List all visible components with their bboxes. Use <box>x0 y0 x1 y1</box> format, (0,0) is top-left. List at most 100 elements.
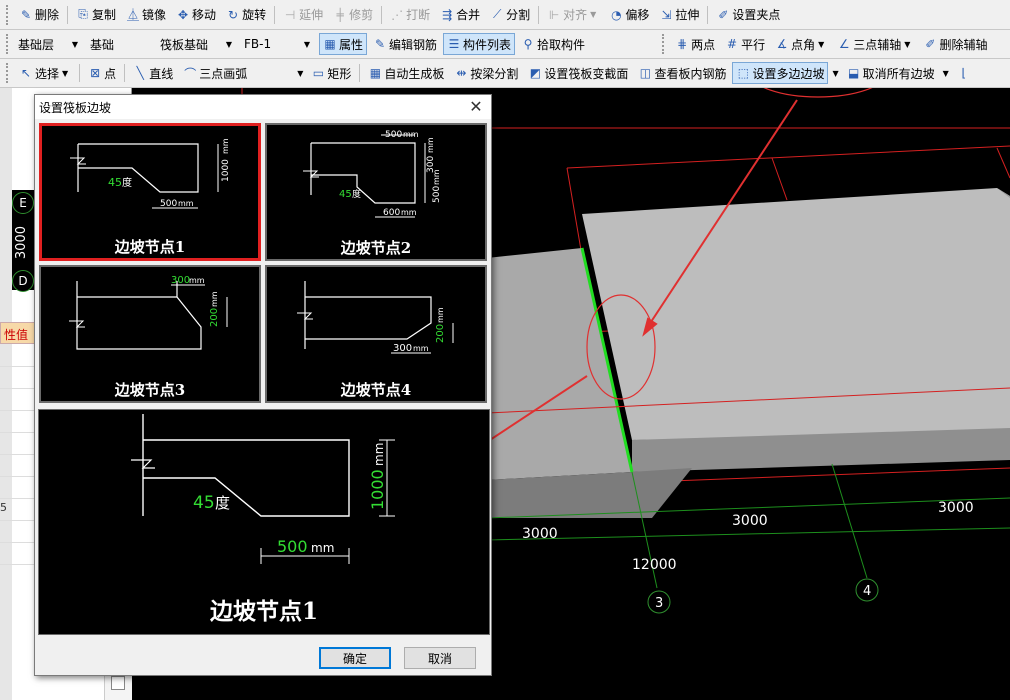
offset-button[interactable]: ◔ 偏移 <box>605 4 653 26</box>
slope-node-2-tile[interactable]: 500 mm 300 mm 500 mm 45 度 600 mm 边坡节点2 <box>265 123 487 261</box>
trim-button[interactable]: ╪ 修剪 <box>329 4 377 26</box>
property-value-header[interactable]: 性值 <box>0 322 36 344</box>
tile-label: 边坡节点2 <box>340 239 412 257</box>
line-icon: ╲ <box>136 66 144 80</box>
width-value: 500 <box>277 537 308 556</box>
panel-edge <box>0 88 12 700</box>
variable-section-button[interactable]: ◩ 设置筏板变截面 <box>524 62 632 84</box>
width-unit: mm <box>413 344 429 353</box>
axis-label: 4 <box>863 584 871 599</box>
preview-label: 边坡节点1 <box>209 598 318 625</box>
slab-outline <box>78 143 199 193</box>
element-list-icon: ☰ <box>448 37 460 51</box>
edit-rebar-button[interactable]: ✎ 编辑钢筋 <box>369 33 441 55</box>
cursor-icon: ↖ <box>20 66 32 80</box>
delete-axis-button[interactable]: ✐ 删除辅轴 <box>919 33 991 55</box>
edit-toolbar: ✎ 删除 ⎘ 复制 ⏅ 镜像 ✥ 移动 ↻ 旋转 ⊣ 延伸 ╪ 修剪 ⋰ 打断 ⇶ 合并 ⟋ 分割 … <box>0 0 1010 30</box>
element-toolbar: 基础层 ▼ 基础 筏板基础 ▼ FB-1 ▼ ▦ 属性 ✎ 编辑钢筋 ☰ 构件列表 ⚲ 拾取构… <box>0 30 1010 59</box>
ok-button[interactable]: 确定 <box>319 647 391 669</box>
grid-line <box>0 432 36 433</box>
dimension-label: 12000 <box>632 557 677 573</box>
coordinate-button[interactable]: ⌊ <box>953 62 977 84</box>
element-list-button[interactable]: ☰ 构件列表 <box>443 33 516 55</box>
slope-node-1-tile[interactable]: 45 度 1000 mm 500 mm 边坡节点1 <box>39 123 261 261</box>
annotation-ellipse <box>763 88 873 98</box>
element-name-select[interactable]: FB-1 ▼ <box>240 34 314 54</box>
merge-button[interactable]: ⇶ 合并 <box>436 4 484 26</box>
toolbar-grip[interactable] <box>662 34 666 54</box>
two-point-axis-button[interactable]: ⋕ 两点 <box>671 33 719 55</box>
height-value: 500 <box>432 186 442 203</box>
draw-toolbar: ↖ 选择 ▼ ⊠ 点 ╲ 直线 ⌒ 三点画弧 ▼ ▭ 矩形 ▦ 自动生成板 ⇹ 按梁分割 ◩ 设置… <box>0 59 1010 88</box>
chevron-down-icon[interactable]: ▼ <box>832 69 838 78</box>
chevron-down-icon[interactable]: ▼ <box>943 69 949 78</box>
stretch-button[interactable]: ⇲ 拉伸 <box>655 4 703 26</box>
toolbar-grip[interactable] <box>6 63 10 83</box>
copy-icon: ⎘ <box>78 7 88 21</box>
toolbar-grip[interactable] <box>6 34 10 54</box>
extend-button[interactable]: ⊣ 延伸 <box>279 4 327 26</box>
floor-select[interactable]: 基础层 ▼ <box>14 34 82 54</box>
properties-button[interactable]: ▦ 属性 <box>319 33 368 55</box>
property-row-value: 5 <box>0 501 7 514</box>
break-button[interactable]: ⋰ 打断 <box>386 4 434 26</box>
grid-line <box>0 366 36 367</box>
split-by-beam-icon: ⇹ <box>456 66 467 80</box>
properties-icon: ▦ <box>324 37 336 51</box>
point-angle-axis-button[interactable]: ∡ 点角 ▼ <box>771 33 831 55</box>
chevron-down-icon: ▼ <box>62 68 69 78</box>
line-button[interactable]: ╲ 直线 <box>129 62 177 84</box>
set-multi-slope-button[interactable]: ⬚ 设置多边边坡 <box>732 62 829 84</box>
rectangle-button[interactable]: ▭ 矩形 <box>307 62 355 84</box>
merge-icon: ⇶ <box>442 7 453 22</box>
point-angle-axis-icon: ∡ <box>776 37 788 51</box>
element-type-select[interactable]: 筏板基础 ▼ <box>156 34 236 54</box>
view-rebar-button[interactable]: ◫ 查看板内钢筋 <box>634 62 730 84</box>
cancel-button[interactable]: 取消 <box>404 647 476 669</box>
copy-button[interactable]: ⎘ 复制 <box>72 4 120 26</box>
offset-icon: ◔ <box>611 7 622 22</box>
cancel-slope-icon: ⬓ <box>847 66 860 80</box>
height-value: 1000 <box>368 469 387 510</box>
cancel-all-slopes-button[interactable]: ⬓ 取消所有边坡 <box>843 62 939 84</box>
mirror-button[interactable]: ⏅ 镜像 <box>122 4 170 26</box>
slope-node-3-tile[interactable]: 300 mm 200 mm 边坡节点3 <box>39 265 261 403</box>
angle-unit: 度 <box>215 494 230 512</box>
scroll-button[interactable] <box>111 676 125 690</box>
dialog-title-bar[interactable]: 设置筏板边坡 ✕ <box>35 95 491 119</box>
slope-node-4-tile[interactable]: 200 mm 300 mm 边坡节点4 <box>265 265 487 403</box>
toolbar-grip[interactable] <box>6 4 10 25</box>
toolbar-separator <box>538 5 540 24</box>
align-button[interactable]: ⊩ 对齐 ▼ <box>543 4 603 26</box>
axis-corner-icon: ⌊ <box>961 66 967 80</box>
move-button[interactable]: ✥ 移动 <box>172 4 220 26</box>
width-unit: mm <box>189 276 205 285</box>
pick-element-button[interactable]: ⚲ 拾取构件 <box>517 33 589 55</box>
split-by-beam-button[interactable]: ⇹ 按梁分割 <box>450 62 522 84</box>
toolbar-separator <box>274 5 276 24</box>
auto-slab-button[interactable]: ▦ 自动生成板 <box>364 62 448 84</box>
delete-button[interactable]: ✎ 删除 <box>15 4 63 26</box>
category-select[interactable]: 基础 <box>86 34 152 54</box>
height-unit: mm <box>210 291 219 307</box>
select-button[interactable]: ↖ 选择 ▼ <box>15 62 75 84</box>
width-unit: mm <box>311 541 334 555</box>
dialog-title: 设置筏板边坡 <box>39 100 112 115</box>
split-button[interactable]: ⟋ 分割 <box>486 4 534 26</box>
rotate-button[interactable]: ↻ 旋转 <box>222 4 270 26</box>
chevron-down-icon[interactable]: ▼ <box>297 69 303 78</box>
close-icon[interactable]: ✕ <box>467 98 485 116</box>
point-button[interactable]: ⊠ 点 <box>84 62 120 84</box>
parallel-axis-button[interactable]: # 平行 <box>721 33 769 55</box>
grid-line <box>0 388 36 389</box>
slab-outline <box>76 281 202 350</box>
three-point-axis-button[interactable]: ∠ 三点辅轴 ▼ <box>833 33 917 55</box>
red-grid-line <box>771 157 788 201</box>
rotate-icon: ↻ <box>228 7 239 22</box>
angle-unit: 度 <box>352 188 361 200</box>
top-value: 500 <box>385 130 402 140</box>
width-value: 300 <box>171 275 190 286</box>
set-grip-point-button[interactable]: ✐ 设置夹点 <box>712 4 784 26</box>
arc-button[interactable]: ⌒ 三点画弧 <box>179 62 251 84</box>
toolbar-separator <box>79 64 81 82</box>
